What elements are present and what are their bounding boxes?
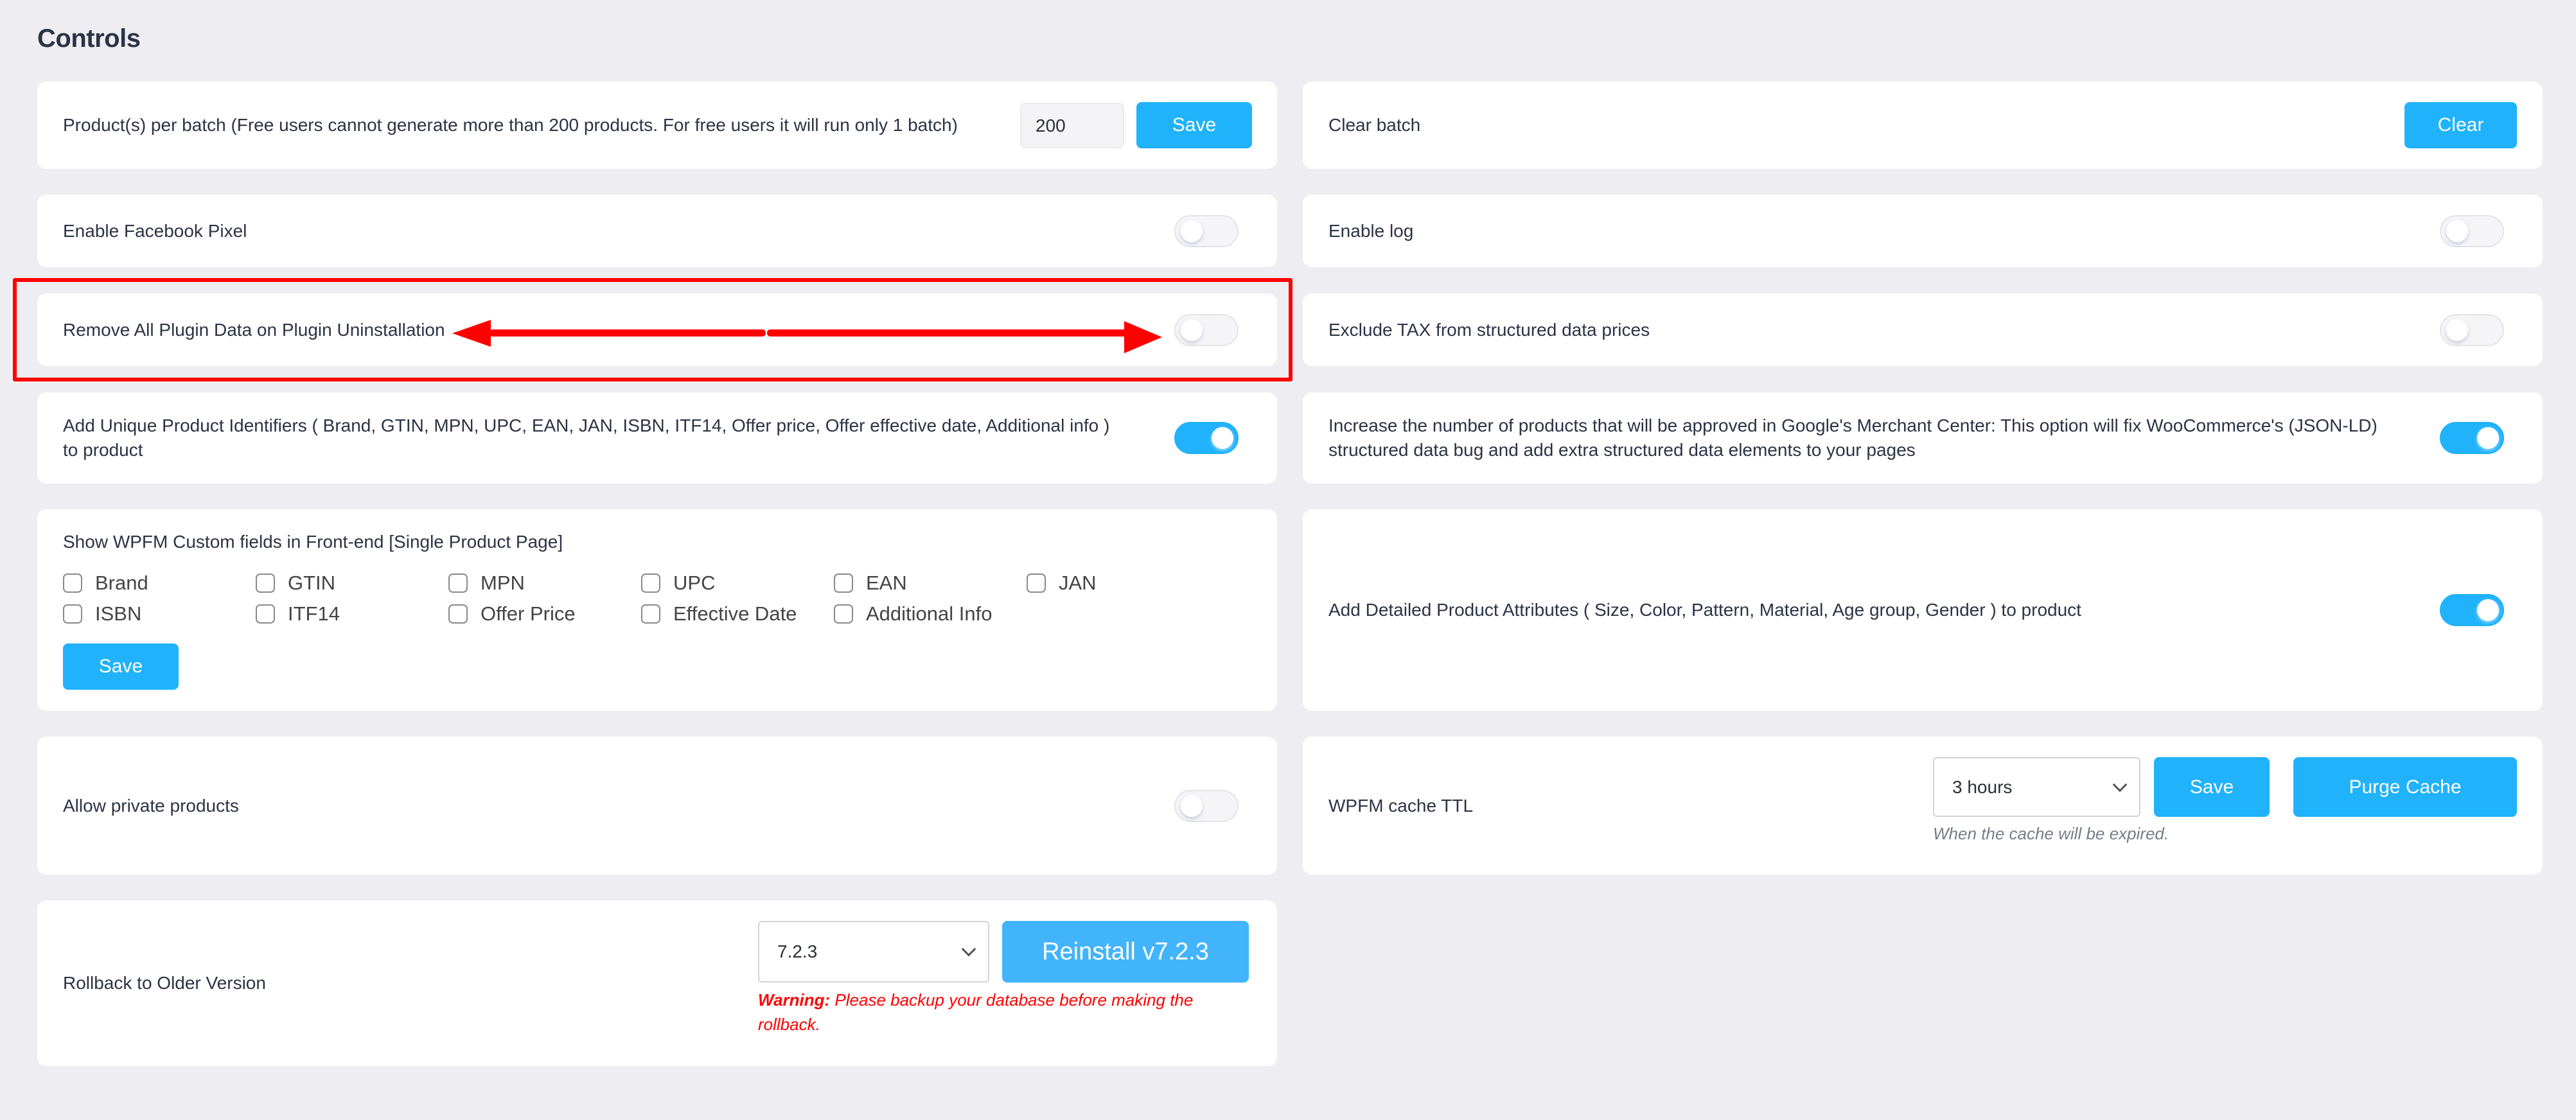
cache-ttl-selected-value: 3 hours xyxy=(1952,776,2013,797)
rollback-label: Rollback to Older Version xyxy=(63,973,266,993)
checkbox-label: Offer Price xyxy=(481,602,576,625)
purge-cache-button[interactable]: Purge Cache xyxy=(2293,757,2517,817)
facebook-pixel-toggle[interactable] xyxy=(1174,215,1239,247)
checkbox-box[interactable] xyxy=(256,573,275,593)
checkbox-box[interactable] xyxy=(834,573,853,593)
checkbox-jan[interactable]: JAN xyxy=(1027,572,1097,595)
checkbox-box[interactable] xyxy=(63,604,82,624)
checkbox-box[interactable] xyxy=(448,573,468,593)
checkbox-box[interactable] xyxy=(448,604,468,624)
remove-data-label: Remove All Plugin Data on Plugin Uninsta… xyxy=(63,319,445,340)
batch-label: Product(s) per batch (Free users cannot … xyxy=(63,115,958,135)
checkbox-label: Brand xyxy=(95,572,148,594)
checkbox-label: GTIN xyxy=(288,572,336,594)
enable-log-toggle[interactable] xyxy=(2440,215,2504,247)
custom-fields-label: Show WPFM Custom fields in Front-end [Si… xyxy=(63,532,563,552)
detailed-attributes-toggle[interactable] xyxy=(2440,594,2504,626)
exclude-tax-label: Exclude TAX from structured data prices xyxy=(1328,319,1650,340)
checkbox-label: JAN xyxy=(1059,572,1097,594)
checkbox-box[interactable] xyxy=(641,604,660,624)
rollback-card: Rollback to Older Version 7.2.3 Reinstal… xyxy=(37,900,1277,1066)
toggle-knob xyxy=(1181,795,1203,817)
checkbox-additional-info[interactable]: Additional Info xyxy=(834,602,992,626)
merchant-center-card: Increase the number of products that wil… xyxy=(1303,392,2543,484)
enable-log-card: Enable log xyxy=(1303,195,2543,267)
facebook-pixel-card: Enable Facebook Pixel xyxy=(37,195,1277,267)
private-products-toggle[interactable] xyxy=(1174,790,1239,822)
checkbox-box[interactable] xyxy=(1027,573,1046,593)
rollback-selected-version: 7.2.3 xyxy=(777,941,818,961)
checkbox-gtin[interactable]: GTIN xyxy=(256,572,335,595)
merchant-center-toggle[interactable] xyxy=(2440,422,2504,454)
cache-ttl-card: WPFM cache TTL 3 hours Save Purge Cache … xyxy=(1303,737,2543,875)
checkbox-label: MPN xyxy=(481,572,525,594)
exclude-tax-card: Exclude TAX from structured data prices xyxy=(1303,293,2543,366)
exclude-tax-toggle[interactable] xyxy=(2440,314,2504,346)
warning-prefix: Warning: xyxy=(758,990,831,1010)
toggle-knob xyxy=(1212,427,1233,449)
toggle-knob xyxy=(2446,319,2468,341)
batch-size-input[interactable] xyxy=(1020,103,1124,148)
clear-batch-card: Clear batch Clear xyxy=(1303,82,2543,169)
checkbox-mpn[interactable]: MPN xyxy=(448,572,525,595)
checkbox-upc[interactable]: UPC xyxy=(641,572,715,595)
cache-ttl-select[interactable]: 3 hours xyxy=(1933,757,2140,817)
checkbox-effective-date[interactable]: Effective Date xyxy=(641,602,797,626)
rollback-warning: Warning: Please backup your database bef… xyxy=(758,988,1246,1037)
checkbox-box[interactable] xyxy=(834,604,853,624)
batch-save-button[interactable]: Save xyxy=(1136,102,1252,148)
cache-ttl-hint: When the cache will be expired. xyxy=(1933,824,2169,843)
unique-identifiers-label: Add Unique Product Identifiers ( Brand, … xyxy=(63,416,1110,460)
checkbox-offer-price[interactable]: Offer Price xyxy=(448,602,576,626)
remove-data-toggle[interactable] xyxy=(1174,314,1239,346)
clear-batch-button[interactable]: Clear xyxy=(2404,102,2517,148)
toggle-knob xyxy=(1181,220,1203,242)
rollback-version-select[interactable]: 7.2.3 xyxy=(758,921,989,983)
checkbox-itf14[interactable]: ITF14 xyxy=(256,602,340,626)
checkbox-label: EAN xyxy=(866,572,907,594)
toggle-knob xyxy=(1181,319,1203,341)
remove-data-card: Remove All Plugin Data on Plugin Uninsta… xyxy=(37,293,1277,366)
toggle-knob xyxy=(2477,599,2499,621)
toggle-knob xyxy=(2477,427,2499,449)
reinstall-button[interactable]: Reinstall v7.2.3 xyxy=(1002,921,1249,983)
facebook-pixel-label: Enable Facebook Pixel xyxy=(63,220,247,241)
custom-fields-save-button[interactable]: Save xyxy=(63,643,179,690)
page-title: Controls xyxy=(37,24,141,53)
batch-card: Product(s) per batch (Free users cannot … xyxy=(37,82,1277,169)
checkbox-box[interactable] xyxy=(256,604,275,624)
checkbox-box[interactable] xyxy=(63,573,82,593)
checkbox-label: Additional Info xyxy=(866,602,992,625)
detailed-attributes-card: Add Detailed Product Attributes ( Size, … xyxy=(1303,509,2543,711)
checkbox-label: UPC xyxy=(673,572,716,594)
cache-ttl-label: WPFM cache TTL xyxy=(1328,795,1474,816)
checkbox-label: Effective Date xyxy=(673,602,797,625)
cache-save-button[interactable]: Save xyxy=(2154,757,2270,817)
merchant-center-label: Increase the number of products that wil… xyxy=(1328,416,2378,460)
unique-identifiers-card: Add Unique Product Identifiers ( Brand, … xyxy=(37,392,1277,484)
private-products-card: Allow private products xyxy=(37,737,1277,875)
clear-batch-label: Clear batch xyxy=(1328,115,1421,135)
custom-fields-card: Show WPFM Custom fields in Front-end [Si… xyxy=(37,509,1277,711)
enable-log-label: Enable log xyxy=(1328,220,1414,241)
checkbox-label: ITF14 xyxy=(288,602,340,625)
toggle-knob xyxy=(2446,220,2468,242)
checkbox-label: ISBN xyxy=(95,602,142,625)
detailed-attributes-label: Add Detailed Product Attributes ( Size, … xyxy=(1328,600,2081,620)
checkbox-isbn[interactable]: ISBN xyxy=(63,602,141,626)
checkbox-brand[interactable]: Brand xyxy=(63,572,148,595)
chevron-down-icon xyxy=(961,941,976,957)
unique-identifiers-toggle[interactable] xyxy=(1174,422,1239,454)
chevron-down-icon xyxy=(2112,777,2128,792)
checkbox-box[interactable] xyxy=(641,573,660,593)
private-products-label: Allow private products xyxy=(63,795,239,816)
checkbox-ean[interactable]: EAN xyxy=(834,572,907,595)
